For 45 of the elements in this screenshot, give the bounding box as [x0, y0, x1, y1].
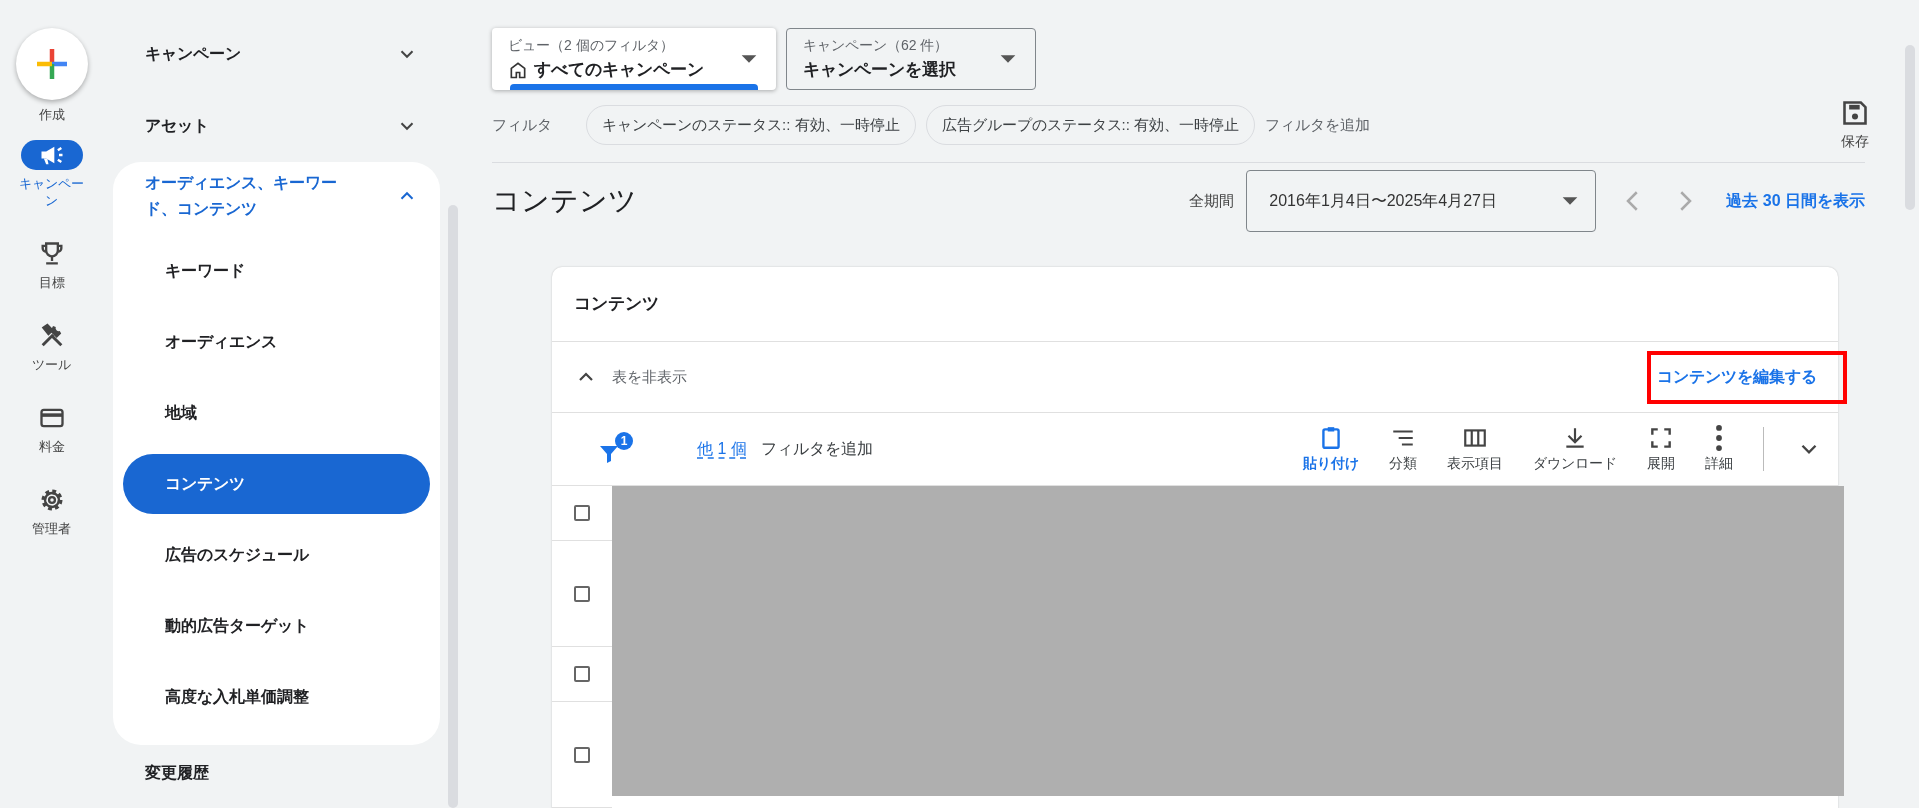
nav-item[interactable]: アセット [113, 90, 440, 162]
recent-days-link[interactable]: 過去 30 日間を表示 [1726, 190, 1865, 212]
expand-icon [1648, 425, 1674, 451]
edit-content-link[interactable]: コンテンツを編集する [1657, 367, 1817, 385]
card-title: コンテンツ [552, 267, 1838, 342]
toolbar-button[interactable]: 展開 [1647, 425, 1675, 473]
more-vertical-icon [1716, 425, 1722, 451]
checkbox[interactable] [574, 746, 590, 763]
rail-item[interactable]: 管理者 [15, 485, 88, 537]
dropdown[interactable]: ビュー（2 個のフィルタ） すべてのキャンペーン [492, 28, 776, 90]
checkbox[interactable] [574, 585, 590, 602]
toolbar-button[interactable]: 表示項目 [1447, 425, 1503, 473]
nav-subitem[interactable]: 高度な入札単価調整 [123, 667, 430, 727]
nav-item[interactable]: オーディエンス、キーワード、コンテンツ [113, 162, 440, 230]
toolbar-button[interactable]: 貼り付け [1303, 425, 1359, 473]
more-filters-link[interactable]: 他 1 個 [697, 438, 747, 460]
nav-subitem[interactable]: 広告のスケジュール [123, 525, 430, 585]
toolbar-button[interactable]: 詳細 [1705, 425, 1733, 473]
create-button[interactable] [15, 28, 88, 100]
period-label: 全期間 [1189, 191, 1235, 211]
add-filter-button[interactable]: フィルタを追加 [760, 438, 873, 460]
rail-item[interactable]: 料金 [15, 403, 88, 455]
nav-subitem[interactable]: コンテンツ [123, 454, 430, 514]
nav-item[interactable]: キャンペーン [113, 18, 440, 90]
toolbar-button[interactable]: ダウンロード [1533, 425, 1617, 473]
save-button[interactable]: 保存 [1841, 99, 1869, 151]
filter-button[interactable]: 1 [597, 432, 633, 466]
nav-subitem[interactable]: オーディエンス [123, 312, 430, 372]
page-title: コンテンツ [492, 184, 637, 218]
filter-label: フィルタ [492, 115, 552, 135]
dropdown[interactable]: キャンペーン（62 件） キャンペーンを選択 [786, 28, 1036, 90]
checkbox[interactable] [574, 666, 590, 682]
rail-item[interactable]: ツール [15, 321, 88, 373]
nav-subitem[interactable]: 動的広告ターゲット [123, 596, 430, 656]
rail-item[interactable]: 目標 [15, 239, 88, 291]
rail-item[interactable]: キャンペーン [15, 140, 88, 209]
toolbar-button[interactable]: 分類 [1389, 425, 1417, 473]
hide-table-button[interactable]: 表を非表示 [574, 365, 687, 389]
nav-item[interactable]: 変更履歴 [113, 745, 440, 801]
date-range-picker[interactable]: 2016年1月4日〜2025年4月27日 [1246, 170, 1597, 232]
checkbox[interactable] [574, 505, 590, 521]
add-filter-button[interactable]: フィルタを追加 [1265, 115, 1371, 135]
nav-subitem[interactable]: 地域 [123, 383, 430, 443]
create-label: 作成 [38, 106, 65, 124]
nav-subitem[interactable]: キーワード [123, 241, 430, 301]
